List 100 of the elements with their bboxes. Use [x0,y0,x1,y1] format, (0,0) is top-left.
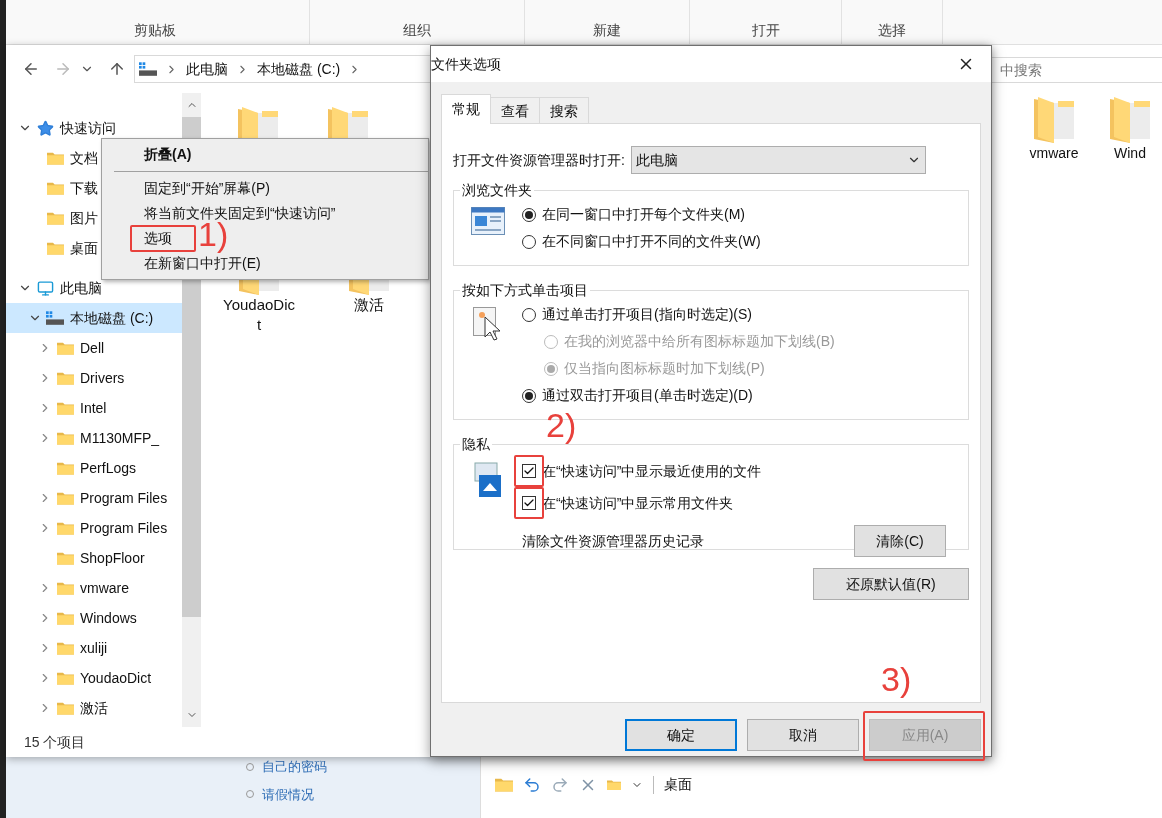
nav-item[interactable]: 此电脑 [6,273,182,303]
radio-button[interactable] [522,207,536,222]
clear-button[interactable]: 清除(C) [854,525,946,557]
file-label: 激活 [354,295,384,315]
nav-label: 图片 [70,208,98,228]
nav-label: Windows [80,608,137,628]
nav-label: 下载 [70,178,98,198]
clear-history-label: 清除文件资源管理器历史记录 [522,531,704,551]
up-icon[interactable] [108,60,126,78]
folder-icon [56,551,74,565]
folder-icon [495,777,513,792]
file-label: YoudaoDict [223,295,295,335]
nav-item[interactable]: Program Files [6,513,182,543]
folder-icon [56,491,74,505]
star-icon [36,119,54,137]
nav-label: Program Files [80,488,168,508]
link[interactable]: 自己的密码 [262,757,327,777]
nav-item[interactable]: Drivers [6,363,182,393]
folder-icon [56,401,74,415]
forward-icon[interactable] [54,60,72,78]
nav-item[interactable]: Windows [6,603,182,633]
folder-icon [56,611,74,625]
nav-label: 桌面 [70,238,98,258]
nav-item[interactable]: 快速访问 [6,113,182,143]
file-label: Wind [1114,144,1146,163]
tab[interactable]: 搜索 [539,97,589,123]
folder-icon [56,581,74,595]
callout-label: 2) [546,405,577,445]
breadcrumb[interactable]: 本地磁盘 (C:) [257,58,341,80]
radio-label: 仅当指向图标标题时加下划线(P) [564,359,765,378]
nav-label: YoudaoDict [80,668,152,688]
checkbox[interactable] [522,464,536,478]
folder-icon [46,241,64,255]
cursor-icon [473,307,503,343]
folder-icon [1110,97,1150,143]
tab[interactable]: 常规 [441,94,491,124]
dialog-button[interactable]: 确定 [625,719,737,751]
nav-label: ShopFloor [80,548,145,568]
nav-label: xuliji [80,638,108,658]
folder-icon [46,181,64,195]
folder-icon [56,521,74,535]
monitor-icon [36,279,54,297]
redo-icon[interactable] [551,775,569,794]
radio-button[interactable] [522,388,536,403]
drive-icon [46,310,64,326]
radio-label: 在不同窗口中打开不同的文件夹(W) [542,232,761,251]
group-title: 按如下方式单击项目 [461,281,589,300]
back-icon[interactable] [22,60,40,78]
menu-item[interactable]: 在新窗口中打开(E) [144,253,261,274]
status-text: 15 个项目 [24,732,86,752]
nav-item[interactable]: ShopFloor [6,543,182,573]
nav-label: vmware [80,578,129,598]
nav-item[interactable]: M1130MFP_ [6,423,182,453]
toolbar-title: 桌面 [664,775,692,794]
radio-button[interactable] [522,307,536,322]
nav-item[interactable]: Dell [6,333,182,363]
group-title: 隐私 [461,435,491,454]
undo-icon[interactable] [523,775,541,794]
folder-icon [56,671,74,685]
menu-item[interactable]: 选项 [144,228,172,249]
nav-item[interactable]: xuliji [6,633,182,663]
folder-icon [56,431,74,445]
nav-label: Drivers [80,368,125,388]
radio-label: 在同一窗口中打开每个文件夹(M) [542,205,745,224]
nav-item[interactable]: vmware [6,573,182,603]
nav-item[interactable]: YoudaoDict [6,663,182,693]
nav-item[interactable]: Intel [6,393,182,423]
folder-icon [46,211,64,225]
folder-icon [56,341,74,355]
link[interactable]: 请假情况 [262,784,314,804]
folder-icon [56,641,74,655]
dialog-button[interactable]: 取消 [747,719,859,751]
nav-item[interactable]: 本地磁盘 (C:) [6,303,182,333]
window-icon [471,207,505,235]
ribbon-group-label: 选择 [878,21,906,40]
field-label: 打开文件资源管理器时打开: [453,150,625,170]
breadcrumb[interactable]: 此电脑 [186,58,228,80]
menu-item[interactable]: 固定到“开始”屏幕(P) [144,178,270,199]
nav-label: 快速访问 [60,118,116,138]
file-label: vmware [1029,144,1079,163]
nav-item[interactable]: PerfLogs [6,453,182,483]
nav-label: 此电脑 [60,278,102,298]
menu-item[interactable]: 折叠(A) [144,144,192,165]
folder-icon [56,371,74,385]
radio-label: 通过单击打开项目(指向时选定)(S) [542,305,752,324]
nav-label: Program Files [80,518,168,538]
callout-label: 3) [881,659,912,699]
nav-item[interactable]: 激活 [6,693,182,723]
nav-label: 文档 [70,148,98,168]
ribbon-group-label: 打开 [751,21,780,40]
radio-label: 通过双击打开项目(单击时选定)(D) [542,386,753,405]
group-title: 浏览文件夹 [461,181,533,200]
nav-item[interactable]: Program Files [6,483,182,513]
radio-button[interactable] [522,234,536,249]
folder-icon [607,778,621,791]
ribbon-group-label: 组织 [403,21,431,40]
checkbox[interactable] [522,496,536,510]
nav-label: Dell [80,338,105,358]
restore-defaults-button[interactable]: 还原默认值(R) [813,568,969,600]
dropdown[interactable]: 此电脑 [630,146,926,174]
